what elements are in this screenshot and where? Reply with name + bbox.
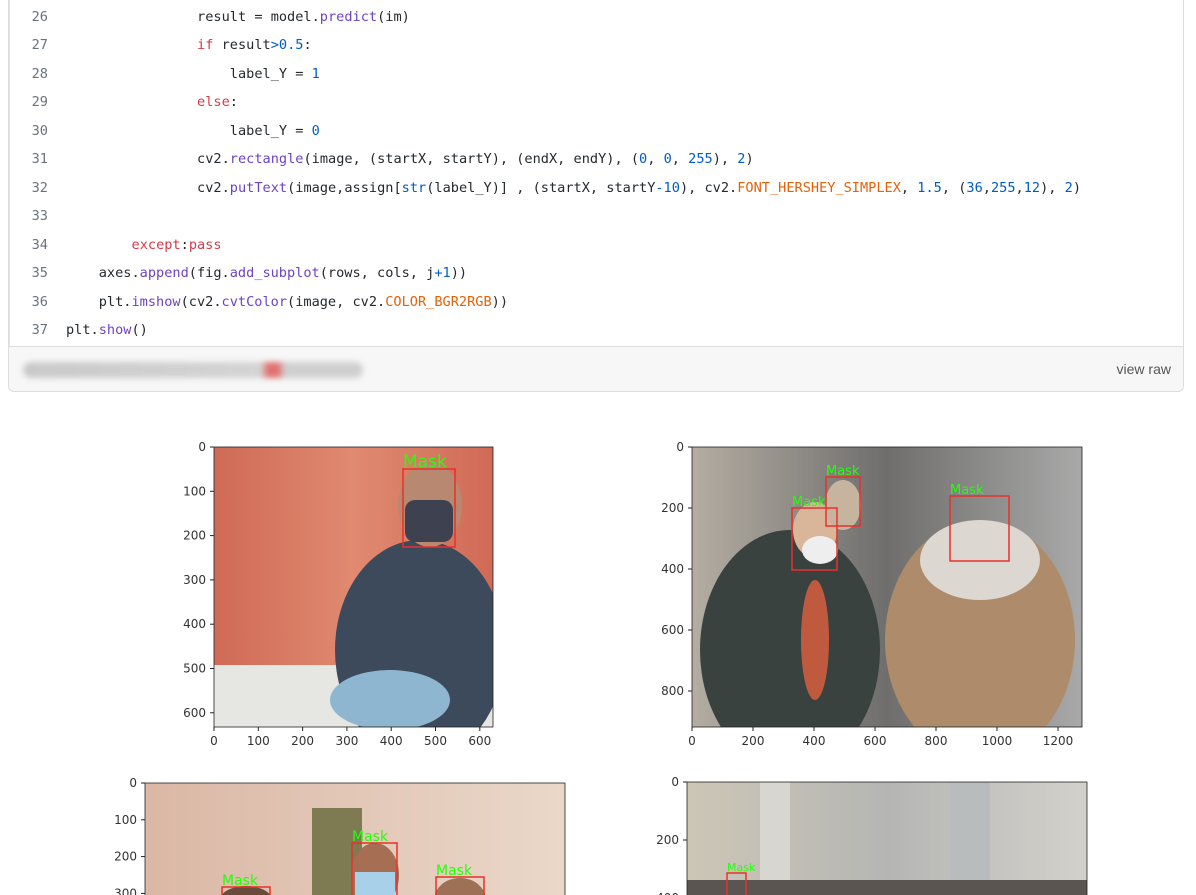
y-tick-label: 200	[661, 501, 684, 515]
figure-museum-group: Mask Mask Mask 0 100 200 300	[114, 776, 566, 895]
mask-label: Mask	[727, 861, 756, 874]
x-tick-label: 400	[380, 734, 403, 748]
x-tick-label: 0	[688, 734, 696, 748]
photo: Mask	[687, 782, 1087, 895]
x-tick-label: 1200	[1043, 734, 1074, 748]
x-tick-label: 200	[742, 734, 765, 748]
y-tick-label: 200	[183, 529, 206, 543]
figure-street-two-women: Mask Mask Mask 0 200 400 600 800 0 200 400 600 800 10…	[661, 440, 1083, 748]
photo-shape	[760, 782, 790, 895]
photo-shape	[700, 530, 880, 727]
y-tick-label: 200	[656, 833, 679, 847]
y-tick-label: 300	[114, 886, 137, 895]
x-tick-label: 1000	[982, 734, 1013, 748]
y-tick-label: 500	[183, 662, 206, 676]
x-tick-label: 400	[803, 734, 826, 748]
photo-shape	[355, 872, 395, 895]
photo: Mask	[214, 447, 493, 727]
y-tick-label: 600	[661, 623, 684, 637]
x-tick-label: 200	[291, 734, 314, 748]
y-tick-label: 100	[114, 813, 137, 827]
x-tick-label: 300	[335, 734, 358, 748]
y-tick-label: 400	[183, 617, 206, 631]
x-tick-label: 500	[424, 734, 447, 748]
mask-label: Mask	[950, 483, 984, 498]
x-tick-label: 100	[247, 734, 270, 748]
mask-label: Mask	[222, 873, 259, 889]
mask-label: Mask	[403, 452, 447, 472]
photo-shape	[405, 500, 453, 542]
mask-label: Mask	[792, 495, 826, 510]
y-tick-label: 400	[661, 562, 684, 576]
figure-woman-red-wall: Mask 0 100 200 300 400 500 600 0 100 200 300 400 500 6…	[183, 440, 494, 748]
mask-label: Mask	[436, 863, 473, 879]
y-tick-label: 400	[656, 891, 679, 895]
mask-label: Mask	[826, 464, 860, 479]
photo-shape	[920, 520, 1040, 600]
figure-crowd-hall: Mask 0 200 400	[656, 775, 1088, 895]
y-tick-label: 0	[676, 440, 684, 454]
x-tick-label: 800	[925, 734, 948, 748]
x-tick-label: 600	[468, 734, 491, 748]
x-tick-label: 0	[210, 734, 218, 748]
photo: Mask Mask Mask	[692, 447, 1082, 727]
output-figures: Mask 0 100 200 300 400 500 600 0 100 200 300 400 500 6…	[114, 440, 1088, 895]
photo-shape	[950, 782, 990, 895]
photo-shape	[801, 580, 829, 700]
photo: Mask Mask Mask	[145, 783, 565, 895]
y-tick-label: 0	[198, 440, 206, 454]
x-tick-label: 600	[864, 734, 887, 748]
photo-shape	[687, 880, 1087, 895]
photo-background	[687, 782, 1087, 895]
y-tick-label: 300	[183, 573, 206, 587]
y-tick-label: 0	[129, 776, 137, 790]
photo-shape	[825, 480, 861, 530]
y-tick-label: 0	[671, 775, 679, 789]
y-tick-label: 100	[183, 484, 206, 498]
mask-label: Mask	[352, 829, 389, 845]
photo-shape	[330, 670, 450, 727]
y-tick-label: 800	[661, 684, 684, 698]
y-tick-label: 200	[114, 850, 137, 864]
photo-shape	[802, 536, 838, 564]
y-tick-label: 600	[183, 706, 206, 720]
